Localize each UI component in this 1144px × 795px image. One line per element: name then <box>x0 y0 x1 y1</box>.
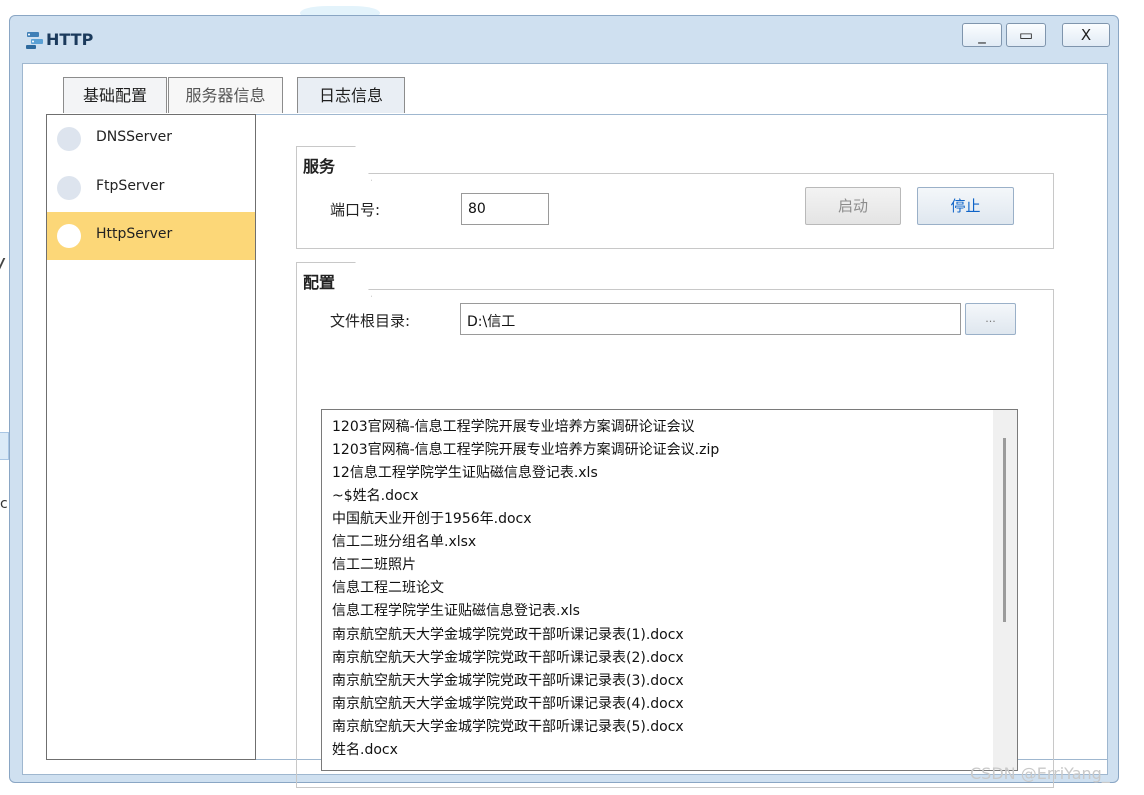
root-directory-label: 文件根目录: <box>330 312 411 330</box>
list-item[interactable]: 南京航空航天大学金城学院党政干部听课记录表(1).docx <box>332 624 684 644</box>
list-item[interactable]: 信息工程二班论文 <box>332 577 444 597</box>
close-button[interactable]: X <box>1062 23 1110 47</box>
browse-button[interactable]: ... <box>965 303 1016 335</box>
http-window: HTTP _ ▭ X 基础配置 服务器信息 日志信息 DNSServer Ftp… <box>9 15 1119 788</box>
server-list: DNSServer FtpServer HttpServer <box>46 114 256 760</box>
list-item[interactable]: 信工二班分组名单.xlsx <box>332 531 476 551</box>
scrollbar-thumb[interactable] <box>1003 438 1006 622</box>
list-item[interactable]: 姓名.docx <box>332 739 398 759</box>
client-area: 基础配置 服务器信息 日志信息 DNSServer FtpServer Http… <box>22 63 1108 788</box>
list-item[interactable]: 12信息工程学院学生证贴磁信息登记表.xls <box>332 462 598 482</box>
tab-server-info[interactable]: 服务器信息 <box>168 77 283 113</box>
service-group-title: 服务 <box>296 146 373 181</box>
file-list[interactable]: 1203官网稿-信息工程学院开展专业培养方案调研论证会议 1203官网稿-信息工… <box>321 409 1018 771</box>
root-directory-input[interactable]: D:\信工 <box>460 303 961 335</box>
maximize-button[interactable]: ▭ <box>1006 23 1046 47</box>
list-item[interactable]: 南京航空航天大学金城学院党政干部听课记录表(3).docx <box>332 670 684 690</box>
server-app-icon <box>26 32 43 49</box>
list-item[interactable]: 南京航空航天大学金城学院党政干部听课记录表(4).docx <box>332 693 684 713</box>
sidebar-item-dnsserver[interactable]: DNSServer <box>47 115 255 163</box>
server-status-icon <box>57 224 81 248</box>
sidebar-item-ftpserver[interactable]: FtpServer <box>47 164 255 212</box>
tab-log-info[interactable]: 日志信息 <box>297 77 405 113</box>
config-group-title: 配置 <box>296 262 373 297</box>
sidebar-item-httpserver[interactable]: HttpServer <box>47 212 255 260</box>
list-item[interactable]: 1203官网稿-信息工程学院开展专业培养方案调研论证会议.zip <box>332 439 719 459</box>
list-item[interactable]: 南京航空航天大学金城学院党政干部听课记录表(5).docx <box>332 716 684 736</box>
list-item[interactable]: 中国航天业开创于1956年.docx <box>332 508 532 528</box>
sidebar-item-label: DNSServer <box>96 129 173 145</box>
start-button[interactable]: 启动 <box>805 187 901 225</box>
list-item[interactable]: ~$姓名.docx <box>332 485 419 505</box>
server-status-icon <box>57 176 81 200</box>
tab-basic-config[interactable]: 基础配置 <box>63 77 167 113</box>
window-title: HTTP <box>46 30 94 49</box>
server-status-icon <box>57 127 81 151</box>
list-item[interactable]: 1203官网稿-信息工程学院开展专业培养方案调研论证会议 <box>332 416 695 436</box>
list-item[interactable]: 信工二班照片 <box>332 554 416 574</box>
list-item[interactable]: 南京航空航天大学金城学院党政干部听课记录表(2).docx <box>332 647 684 667</box>
port-input[interactable]: 80 <box>461 193 549 225</box>
file-list-scrollbar[interactable] <box>993 410 1017 770</box>
list-item[interactable]: 信息工程学院学生证贴磁信息登记表.xls <box>332 600 580 620</box>
stop-button[interactable]: 停止 <box>917 187 1014 225</box>
background-fragment: c <box>0 496 8 512</box>
background-box <box>0 432 9 460</box>
server-settings-panel: 服务 端口号: 80 启动 停止 配置 文件根目录: D:\信工 ... 120… <box>256 114 1108 788</box>
watermark: CSDN @ErriYang_ <box>970 764 1110 783</box>
minimize-button[interactable]: _ <box>962 23 1002 47</box>
title-bar[interactable]: HTTP _ ▭ X <box>10 16 1118 58</box>
sidebar-item-label: FtpServer <box>96 178 165 194</box>
sidebar-item-label: HttpServer <box>96 226 173 242</box>
port-label: 端口号: <box>330 201 381 219</box>
